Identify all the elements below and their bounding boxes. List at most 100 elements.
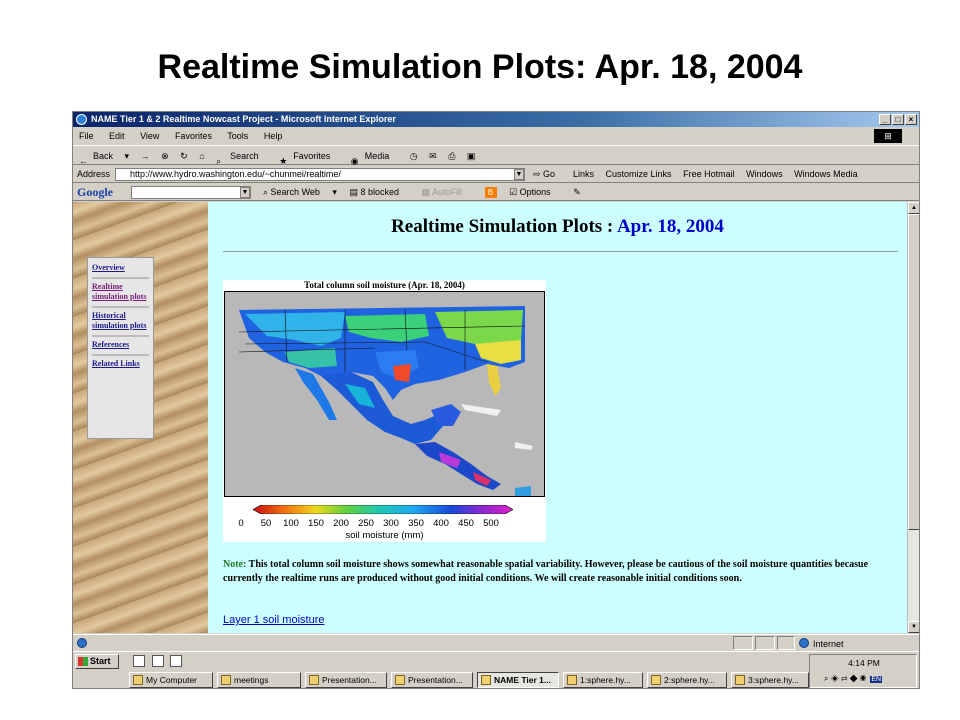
options-button[interactable]: ☑ Options <box>509 187 561 197</box>
sidebar-item-related-links[interactable]: Related Links <box>92 356 149 373</box>
home-button[interactable]: ⌂ <box>199 151 204 161</box>
sidebar-item-historical-plots[interactable]: Historical simulation plots <box>92 308 149 337</box>
computer-icon <box>133 675 143 685</box>
edit-icon[interactable]: ▣ <box>467 151 476 161</box>
address-dropdown-button[interactable]: ▼ <box>514 169 524 180</box>
colorbar-tick: 200 <box>333 518 349 529</box>
address-label: Address <box>77 169 111 179</box>
main-panel: Realtime Simulation Plots : Apr. 18, 200… <box>208 202 907 633</box>
task-meetings[interactable]: meetings <box>217 672 301 688</box>
google-search-input[interactable] <box>131 186 251 199</box>
task-sphere-1[interactable]: 1:sphere.hy... <box>563 672 643 688</box>
minimize-button[interactable]: _ <box>879 114 891 125</box>
magnifier-tray-icon[interactable]: ⌕ <box>824 674 828 683</box>
mail-icon[interactable]: ✉ <box>429 151 437 161</box>
menu-file[interactable]: File <box>79 131 94 141</box>
scroll-down-arrow[interactable]: ▼ <box>908 621 919 633</box>
vertical-scrollbar[interactable]: ▲ ▼ <box>907 202 919 633</box>
pencil-icon[interactable]: ✎ <box>573 187 581 197</box>
task-sphere-3[interactable]: 3:sphere.hy... <box>731 672 809 688</box>
link-free-hotmail[interactable]: Free Hotmail <box>683 169 735 179</box>
menu-tools[interactable]: Tools <box>227 131 248 141</box>
sand-dune-background: Overview Realtime simulation plots Histo… <box>73 202 208 633</box>
network-tray-icon[interactable]: ⇄ <box>841 674 847 683</box>
ie-icon <box>481 675 491 685</box>
address-input[interactable]: http://www.hydro.washington.edu/~chunmei… <box>115 168 525 181</box>
scroll-thumb[interactable] <box>908 214 919 530</box>
menu-help[interactable]: Help <box>264 131 283 141</box>
task-my-computer[interactable]: My Computer <box>129 672 213 688</box>
menu-view[interactable]: View <box>140 131 159 141</box>
print-icon[interactable]: ⎙ <box>448 151 455 161</box>
soil-moisture-map <box>224 291 545 497</box>
tray-clock[interactable]: 4:14 PM <box>810 658 918 668</box>
search-button[interactable]: ⌕ Search <box>216 151 270 166</box>
blogger-icon[interactable]: B <box>484 187 497 199</box>
link-customize-links[interactable]: Customize Links <box>606 169 672 179</box>
search-web-button[interactable]: ⌕ Search Web ▾ <box>263 187 337 197</box>
task-label: Presentation... <box>322 675 377 685</box>
options-label: Options <box>519 187 551 197</box>
google-search-dropdown[interactable]: ▼ <box>240 187 250 198</box>
sidebar-item-realtime-plots[interactable]: Realtime simulation plots <box>92 279 149 308</box>
task-presentation-1[interactable]: Presentation... <box>305 672 387 688</box>
task-buttons: My Computer meetings Presentation... Pre… <box>129 672 809 688</box>
system-tray: 4:14 PM ⌕ ◈ ⇄ ◆ ◉ EN <box>809 654 917 688</box>
heading-divider <box>223 251 898 252</box>
popup-blocker-button[interactable]: ▤ 8 blocked <box>349 187 409 197</box>
antivirus-tray-icon[interactable]: ◈ <box>831 674 839 683</box>
close-button[interactable]: × <box>905 114 917 125</box>
google-toolbar: Google ▼ ⌕ Search Web ▾ ▤ 8 blocked ▦ Au… <box>73 184 919 201</box>
sidebar-item-overview[interactable]: Overview <box>92 260 149 279</box>
back-button[interactable]: ← Back ▾ <box>79 151 132 166</box>
scroll-up-arrow[interactable]: ▲ <box>908 202 919 214</box>
show-desktop-icon[interactable] <box>133 655 145 667</box>
task-name-tier-ie[interactable]: NAME Tier 1... <box>477 672 559 688</box>
start-button[interactable]: Start <box>75 654 119 669</box>
powerpoint-icon <box>309 675 319 685</box>
window-titlebar: NAME Tier 1 & 2 Realtime Nowcast Project… <box>73 112 919 127</box>
go-button[interactable]: ⇨ Go <box>533 166 555 183</box>
stop-button[interactable]: ⊗ <box>161 151 169 161</box>
autofill-button[interactable]: ▦ AutoFill <box>422 187 473 197</box>
blocked-label: 8 blocked <box>360 187 399 197</box>
media-button[interactable]: ◉ Media <box>350 151 401 166</box>
forward-button[interactable]: → <box>141 151 150 161</box>
outlook-quicklaunch-icon[interactable] <box>170 655 183 667</box>
status-bar: Internet <box>73 634 919 650</box>
refresh-button[interactable]: ↻ <box>180 151 188 161</box>
maximize-button[interactable]: □ <box>892 114 904 125</box>
favorites-label: Favorites <box>293 151 331 161</box>
language-indicator[interactable]: EN <box>870 676 883 683</box>
task-sphere-2[interactable]: 2:sphere.hy... <box>647 672 727 688</box>
history-icon[interactable]: ◷ <box>410 151 418 161</box>
shield-tray-icon[interactable]: ◆ <box>850 674 858 683</box>
ie-quicklaunch-icon[interactable] <box>151 655 164 667</box>
ie-icon <box>76 114 87 125</box>
task-presentation-2[interactable]: Presentation... <box>391 672 473 688</box>
colorbar-tick: 50 <box>260 518 272 529</box>
volume-tray-icon[interactable]: ◉ <box>860 674 866 683</box>
search-web-label: Search Web <box>270 187 320 197</box>
colorbar-tick: 100 <box>283 518 299 529</box>
go-label: Go <box>543 169 556 179</box>
windows-logo-icon: ⊞ <box>874 129 902 143</box>
sidebar-item-references[interactable]: References <box>92 337 149 356</box>
internet-globe-icon <box>799 638 809 648</box>
link-windows[interactable]: Windows <box>746 169 783 179</box>
favorites-button[interactable]: ★ Favorites <box>279 151 342 166</box>
menu-edit[interactable]: Edit <box>109 131 125 141</box>
task-label: 2:sphere.hy... <box>664 675 715 685</box>
menu-favorites[interactable]: Favorites <box>175 131 212 141</box>
search-label: Search <box>230 151 259 161</box>
layer1-soil-moisture-link[interactable]: Layer 1 soil moisture <box>223 614 325 626</box>
note-paragraph: Note: This total column soil moisture sh… <box>223 558 893 586</box>
page-heading-text: Realtime Simulation Plots : <box>391 216 614 237</box>
media-label: Media <box>364 151 390 161</box>
terminal-icon <box>735 675 745 685</box>
link-windows-media[interactable]: Windows Media <box>794 169 858 179</box>
sidebar-nav: Overview Realtime simulation plots Histo… <box>87 257 154 439</box>
google-logo[interactable]: Google <box>77 185 113 199</box>
map-graphic <box>225 292 544 496</box>
media-icon: ◉ <box>350 155 359 166</box>
